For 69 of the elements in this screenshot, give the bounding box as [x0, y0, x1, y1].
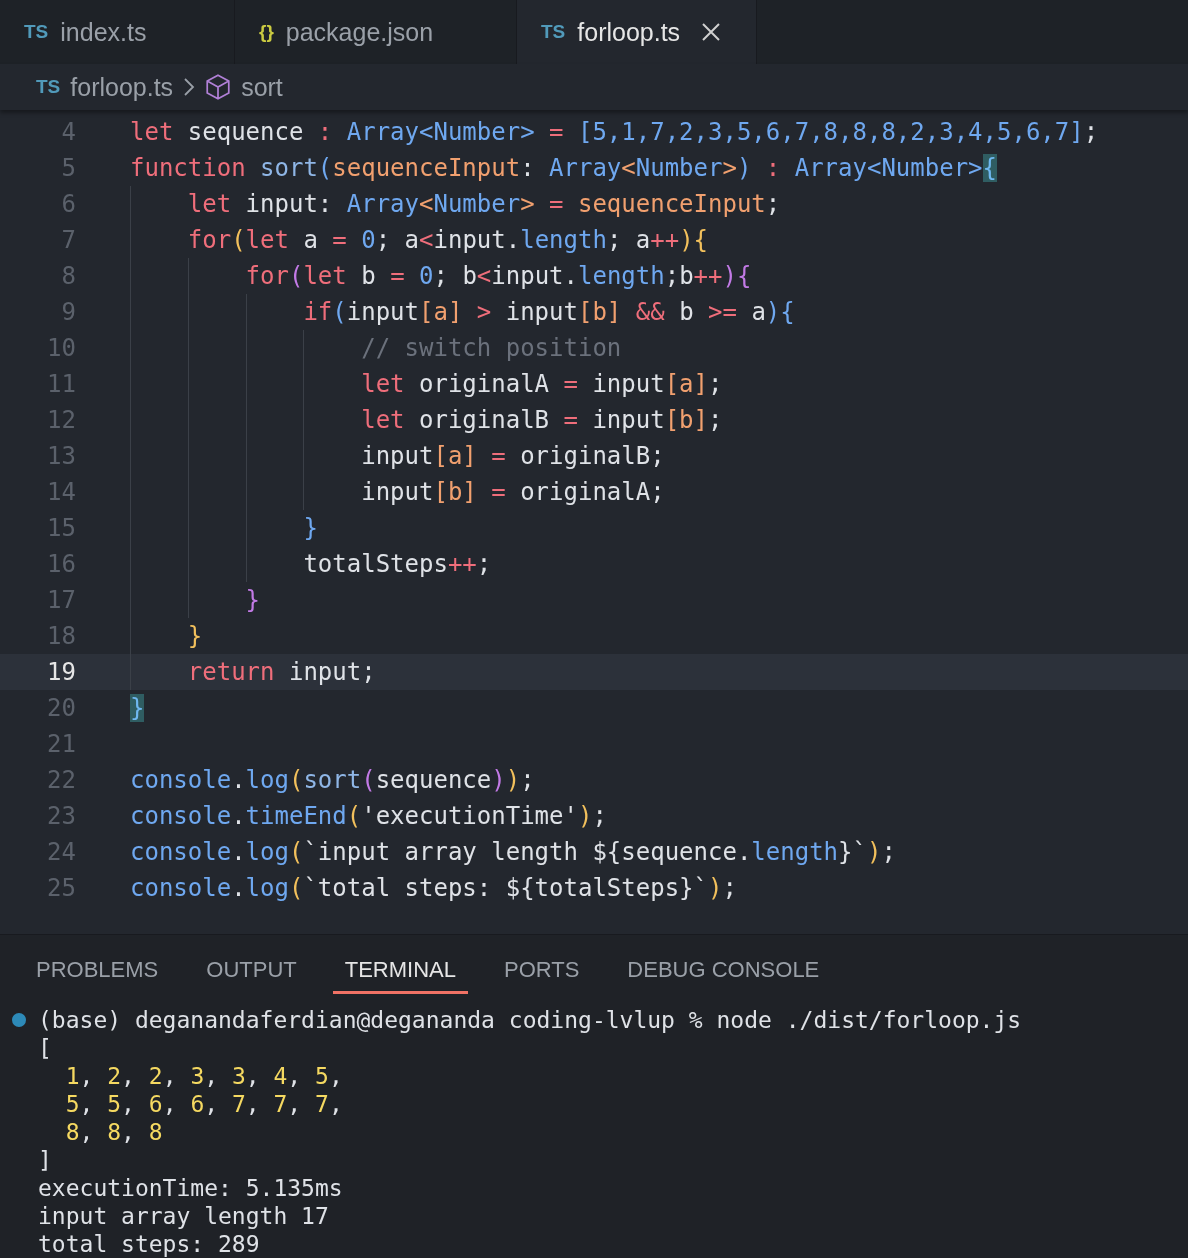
code-line: let input: Array<Number> = sequenceInput; — [186, 190, 781, 218]
line-number: 10 — [46, 334, 76, 362]
line-number: 7 — [60, 226, 76, 254]
code-line: } — [302, 514, 318, 542]
code-line: console.timeEnd('executionTime'); — [130, 802, 607, 830]
code-line: console.log(sort(sequence)); — [130, 766, 535, 794]
line-number: 13 — [46, 442, 76, 470]
tab-label: forloop.ts — [577, 17, 681, 47]
code-line: } — [186, 622, 203, 650]
tab-label: index.ts — [60, 17, 147, 47]
line-number: 12 — [46, 406, 76, 434]
close-icon[interactable] — [700, 21, 723, 43]
code-line: let sequence : Array<Number> = [5,1,7,2,3,5,6,7,8,8,8,2,3,4,5,6,7]; — [130, 118, 1099, 146]
line-number: 19 — [46, 658, 76, 686]
terminal-line: total steps: 289 — [38, 1231, 260, 1257]
line-number: 20 — [46, 694, 76, 722]
line-number: 22 — [46, 766, 76, 794]
code-line: let originalA = input[a]; — [360, 370, 723, 398]
terminal-line: ] — [38, 1147, 52, 1173]
tab-label: package.json — [285, 17, 434, 47]
panel-tab[interactable]: OUTPUT — [194, 957, 309, 994]
code-line: return input; — [186, 658, 376, 686]
file-type-icon: TS — [24, 21, 49, 43]
code-line: for(let b = 0; b<input.length;b++){ — [244, 262, 752, 290]
line-number: 5 — [60, 154, 76, 182]
file-type-icon: {} — [259, 21, 274, 43]
code-line: let originalB = input[b]; — [360, 406, 723, 434]
terminal-line: 1, 2, 2, 3, 3, 4, 5, — [64, 1063, 343, 1089]
line-number: 14 — [46, 478, 76, 506]
cube-icon — [205, 73, 232, 101]
code-line: function sort(sequenceInput: Array<Number>) : Array<Number>{ — [130, 154, 997, 182]
code-line: console.log(`input array length ${sequence.length}`); — [130, 838, 896, 866]
line-number: 6 — [60, 190, 76, 218]
panel-tab[interactable]: PROBLEMS — [24, 957, 171, 994]
panel-tab[interactable]: TERMINAL — [332, 957, 468, 994]
editor-tab[interactable]: TS forloop.ts — [517, 0, 757, 64]
code-line: if(input[a] > input[b] && b >= a){ — [302, 298, 795, 326]
code-line: // switch position — [360, 334, 622, 362]
line-number: 8 — [60, 262, 76, 290]
line-number: 18 — [46, 622, 76, 650]
terminal-line: 8, 8, 8 — [64, 1119, 163, 1145]
panel-tab[interactable]: DEBUG CONSOLE — [615, 957, 832, 994]
line-number: 9 — [60, 298, 76, 326]
terminal-line: 5, 5, 6, 6, 7, 7, 7, — [64, 1091, 343, 1117]
line-number: 4 — [60, 118, 76, 146]
file-type-icon: TS — [541, 21, 566, 43]
code-line: input[b] = originalA; — [360, 478, 665, 506]
line-number: 16 — [46, 550, 76, 578]
code-line: totalSteps++; — [302, 550, 492, 578]
terminal-line: [ — [38, 1035, 52, 1061]
code-line: input[a] = originalB; — [360, 442, 665, 470]
terminal-line: (base) deganandaferdian@degananda coding-lvlup % node ./dist/forloop.js — [38, 1007, 1022, 1033]
line-number: 23 — [46, 802, 76, 830]
breadcrumb-file[interactable]: forloop.ts — [70, 72, 174, 102]
breadcrumb-symbol[interactable]: sort — [241, 72, 283, 102]
terminal-line: executionTime: 5.135ms — [38, 1175, 343, 1201]
chevron-icon — [183, 77, 196, 97]
line-number: 15 — [46, 514, 76, 542]
terminal-line: input array length 17 — [38, 1203, 329, 1229]
file-type-icon: TS — [36, 76, 61, 98]
code-line: console.log(`total steps: ${totalSteps}`); — [130, 874, 737, 902]
line-number: 21 — [46, 730, 76, 758]
line-number: 24 — [46, 838, 76, 866]
code-line: for(let a = 0; a<input.length; a++){ — [186, 226, 709, 254]
code-line: } — [244, 586, 261, 614]
line-number: 11 — [46, 370, 76, 398]
line-number: 25 — [46, 874, 76, 902]
panel-tab[interactable]: PORTS — [491, 957, 592, 994]
line-number: 17 — [46, 586, 76, 614]
